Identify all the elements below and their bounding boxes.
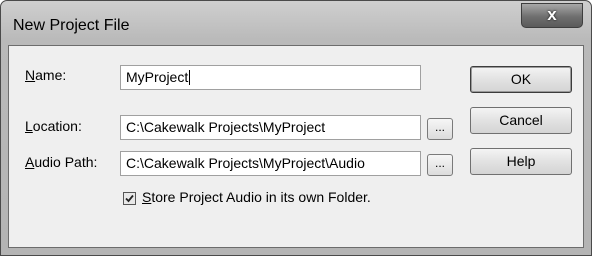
name-input-value: MyProject bbox=[126, 69, 189, 85]
ok-button[interactable]: OK bbox=[470, 66, 572, 93]
location-input-value: C:\Cakewalk Projects\MyProject bbox=[126, 119, 326, 135]
location-label: Location: bbox=[25, 118, 82, 134]
audio-path-browse-button[interactable]: ... bbox=[427, 154, 453, 176]
name-label: Name: bbox=[25, 67, 67, 83]
new-project-file-dialog: New Project File x Name: MyProject Locat… bbox=[0, 0, 592, 256]
checkmark-icon bbox=[125, 194, 134, 203]
text-caret bbox=[189, 70, 191, 85]
cancel-button[interactable]: Cancel bbox=[470, 107, 572, 134]
close-button[interactable]: x bbox=[521, 3, 583, 28]
help-button[interactable]: Help bbox=[470, 148, 572, 175]
audio-path-label: Audio Path: bbox=[25, 154, 98, 170]
audio-path-input-value: C:\Cakewalk Projects\MyProject\Audio bbox=[126, 155, 365, 171]
name-input[interactable]: MyProject bbox=[120, 65, 421, 90]
title-bar[interactable]: New Project File x bbox=[1, 1, 591, 45]
close-icon: x bbox=[547, 5, 557, 24]
audio-path-input[interactable]: C:\Cakewalk Projects\MyProject\Audio bbox=[120, 151, 421, 176]
dialog-body: Name: MyProject Location: C:\Cakewalk Pr… bbox=[8, 45, 584, 248]
store-audio-checkbox[interactable] bbox=[123, 192, 136, 205]
location-browse-button[interactable]: ... bbox=[427, 118, 453, 140]
dialog-title: New Project File bbox=[13, 17, 130, 34]
location-input[interactable]: C:\Cakewalk Projects\MyProject bbox=[120, 115, 421, 140]
store-audio-label[interactable]: Store Project Audio in its own Folder. bbox=[142, 189, 371, 205]
